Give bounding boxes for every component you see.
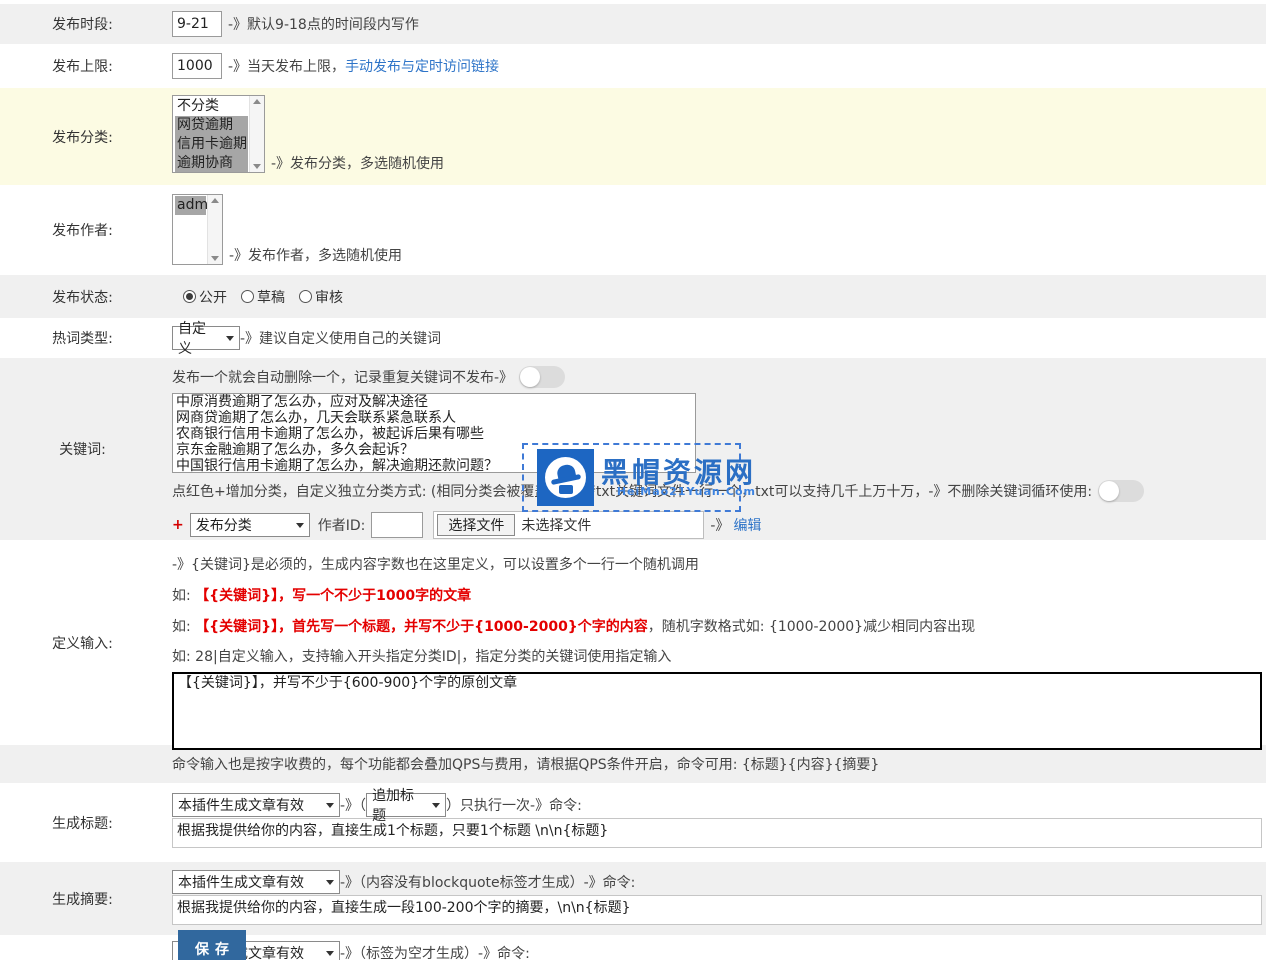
- scrollbar[interactable]: [207, 195, 222, 264]
- gen-title-label: 生成标题:: [0, 783, 165, 862]
- toggle-knob-icon: [1099, 481, 1119, 501]
- scrollbar[interactable]: [249, 96, 264, 172]
- publish-author-desc: -》发布作者，多选随机使用: [229, 245, 402, 265]
- publish-status-label: 发布状态:: [0, 275, 165, 318]
- gen-summary-label: 生成摘要:: [0, 862, 165, 935]
- author-id-label: 作者ID:: [318, 515, 366, 535]
- edit-link[interactable]: 编辑: [733, 515, 761, 535]
- status-radio-public[interactable]: 公开: [183, 287, 227, 307]
- radio-selected-icon: [183, 290, 196, 303]
- scroll-up-icon[interactable]: [211, 198, 219, 203]
- manual-publish-link[interactable]: 手动发布与定时访问链接: [345, 56, 499, 76]
- row-publish-category: 发布分类: 不分类 网贷逾期 信用卡逾期 逾期协商 -》发布分类，多选随机使用: [0, 88, 1266, 185]
- example-red-text: 【{关键词}】，首先写一个标题，并写不少于{1000-2000}个字的内容: [195, 619, 648, 635]
- gen-summary-select[interactable]: 本插件生成文章有效: [172, 870, 340, 894]
- scroll-down-icon[interactable]: [211, 256, 219, 261]
- define-input-line4: 如: 28|自定义输入，支持输入开头指定分类ID|，指定分类的关键词使用指定输入: [172, 646, 1266, 666]
- publish-category-desc: -》发布分类，多选随机使用: [271, 153, 444, 173]
- publish-time-desc: -》默认9-18点的时间段内写作: [228, 14, 419, 34]
- chevron-down-icon: [326, 880, 334, 885]
- hotword-type-select[interactable]: 自定义: [172, 326, 240, 350]
- example-red-text: 【{关键词}】，写一个不少于1000字的文章: [195, 588, 471, 604]
- keyword-file-input[interactable]: 选择文件 未选择文件: [433, 511, 704, 539]
- publish-category-label: 发布分类:: [0, 88, 165, 185]
- publish-limit-input[interactable]: [172, 53, 222, 79]
- category-option[interactable]: 信用卡逾期: [175, 135, 248, 154]
- row-publish-author: 发布作者: admin -》发布作者，多选随机使用: [0, 185, 1266, 275]
- scroll-up-icon[interactable]: [253, 99, 261, 104]
- publish-author-label: 发布作者:: [0, 185, 165, 275]
- save-button[interactable]: 保存: [178, 930, 246, 960]
- define-input-textarea[interactable]: 【{关键词}】，并写不少于{600-900}个字的原创文章: [172, 672, 1262, 750]
- row-gen-summary: 生成摘要: 本插件生成文章有效 -》（内容没有blockquote标签才生成）-…: [0, 862, 1266, 935]
- scroll-down-icon[interactable]: [253, 164, 261, 169]
- author-option[interactable]: admin: [175, 196, 206, 215]
- chevron-down-icon: [432, 803, 440, 808]
- define-input-label: 定义输入:: [0, 540, 165, 745]
- row-hotword-type: 热词类型: 自定义 -》建议自定义使用自己的关键词: [0, 318, 1266, 358]
- status-radio-draft[interactable]: 草稿: [241, 287, 285, 307]
- chevron-down-icon: [326, 803, 334, 808]
- publish-time-input[interactable]: [172, 11, 222, 37]
- category-option[interactable]: 不分类: [175, 97, 248, 116]
- file-status-text: 未选择文件: [521, 515, 591, 535]
- chevron-down-icon: [226, 336, 234, 341]
- row-publish-limit: 发布上限: -》当天发布上限， 手动发布与定时访问链接: [0, 44, 1266, 88]
- keywords-label: 关键词:: [0, 358, 165, 540]
- publish-limit-desc: -》当天发布上限，: [228, 56, 345, 76]
- keyword-category-select[interactable]: 发布分类: [190, 513, 310, 537]
- row-keywords: 关键词: 发布一个就会自动删除一个，记录重复关键词不发布-》 中原消费逾期了怎么…: [0, 358, 1266, 540]
- toggle-knob-icon: [520, 367, 540, 387]
- auto-delete-toggle[interactable]: [519, 366, 565, 388]
- gen-title-command-textarea[interactable]: 根据我提供给你的内容，直接生成1个标题，只要1个标题 \n\n{标题}: [172, 818, 1262, 848]
- hotword-type-label: 热词类型:: [0, 318, 165, 358]
- add-category-button[interactable]: +: [172, 517, 184, 533]
- publish-limit-label: 发布上限:: [0, 44, 165, 88]
- author-id-input[interactable]: [371, 512, 423, 538]
- publish-author-multiselect[interactable]: admin: [172, 194, 223, 265]
- settings-page: 发布时段: -》默认9-18点的时间段内写作 发布上限: -》当天发布上限， 手…: [0, 0, 1266, 960]
- gen-summary-command-textarea[interactable]: 根据我提供给你的内容，直接生成一段100-200个字的摘要，\n\n{标题}: [172, 895, 1262, 925]
- append-title-select[interactable]: 追加标题: [366, 793, 446, 817]
- status-radio-review[interactable]: 审核: [299, 287, 343, 307]
- row-publish-time: 发布时段: -》默认9-18点的时间段内写作: [0, 4, 1266, 44]
- row-gen-title: 生成标题: 本插件生成文章有效 -》（ 追加标题 ）只执行一次-》命令: 根据我…: [0, 783, 1266, 862]
- keywords-toggle-desc: 发布一个就会自动删除一个，记录重复关键词不发布-》: [172, 370, 513, 386]
- chevron-down-icon: [296, 523, 304, 528]
- publish-category-multiselect[interactable]: 不分类 网贷逾期 信用卡逾期 逾期协商: [172, 95, 265, 173]
- edit-arrow: -》: [710, 515, 729, 535]
- category-option[interactable]: 逾期协商: [175, 154, 248, 173]
- chevron-down-icon: [326, 951, 334, 956]
- keep-keywords-toggle[interactable]: [1098, 480, 1144, 502]
- choose-file-button[interactable]: 选择文件: [437, 514, 515, 536]
- publish-time-label: 发布时段:: [0, 4, 165, 44]
- define-input-line1: -》{关键词}是必须的，生成内容字数也在这里定义，可以设置多个一行一个随机调用: [172, 554, 1266, 574]
- keywords-textarea[interactable]: 中原消费逾期了怎么办，应对及解决途径 网商贷逾期了怎么办，几天会联系紧急联系人 …: [172, 393, 696, 473]
- category-option[interactable]: 网贷逾期: [175, 116, 248, 135]
- row-publish-status: 发布状态: 公开 草稿 审核: [0, 275, 1266, 318]
- row-define-input: 定义输入: -》{关键词}是必须的，生成内容字数也在这里定义，可以设置多个一行一…: [0, 540, 1266, 745]
- command-note-text: 命令输入也是按字收费的，每个功能都会叠加QPS与费用，请根据QPS条件开启，命令…: [172, 754, 879, 774]
- hotword-type-desc: -》建议自定义使用自己的关键词: [240, 328, 441, 348]
- row-command-note: 命令输入也是按字收费的，每个功能都会叠加QPS与费用，请根据QPS条件开启，命令…: [0, 745, 1266, 783]
- keywords-hint: 点红色+增加分类，自定义独立分类方式: (相同分类会被覆盖)，上传txt关键词文…: [172, 484, 1092, 500]
- radio-icon: [241, 290, 254, 303]
- radio-icon: [299, 290, 312, 303]
- gen-title-select[interactable]: 本插件生成文章有效: [172, 793, 340, 817]
